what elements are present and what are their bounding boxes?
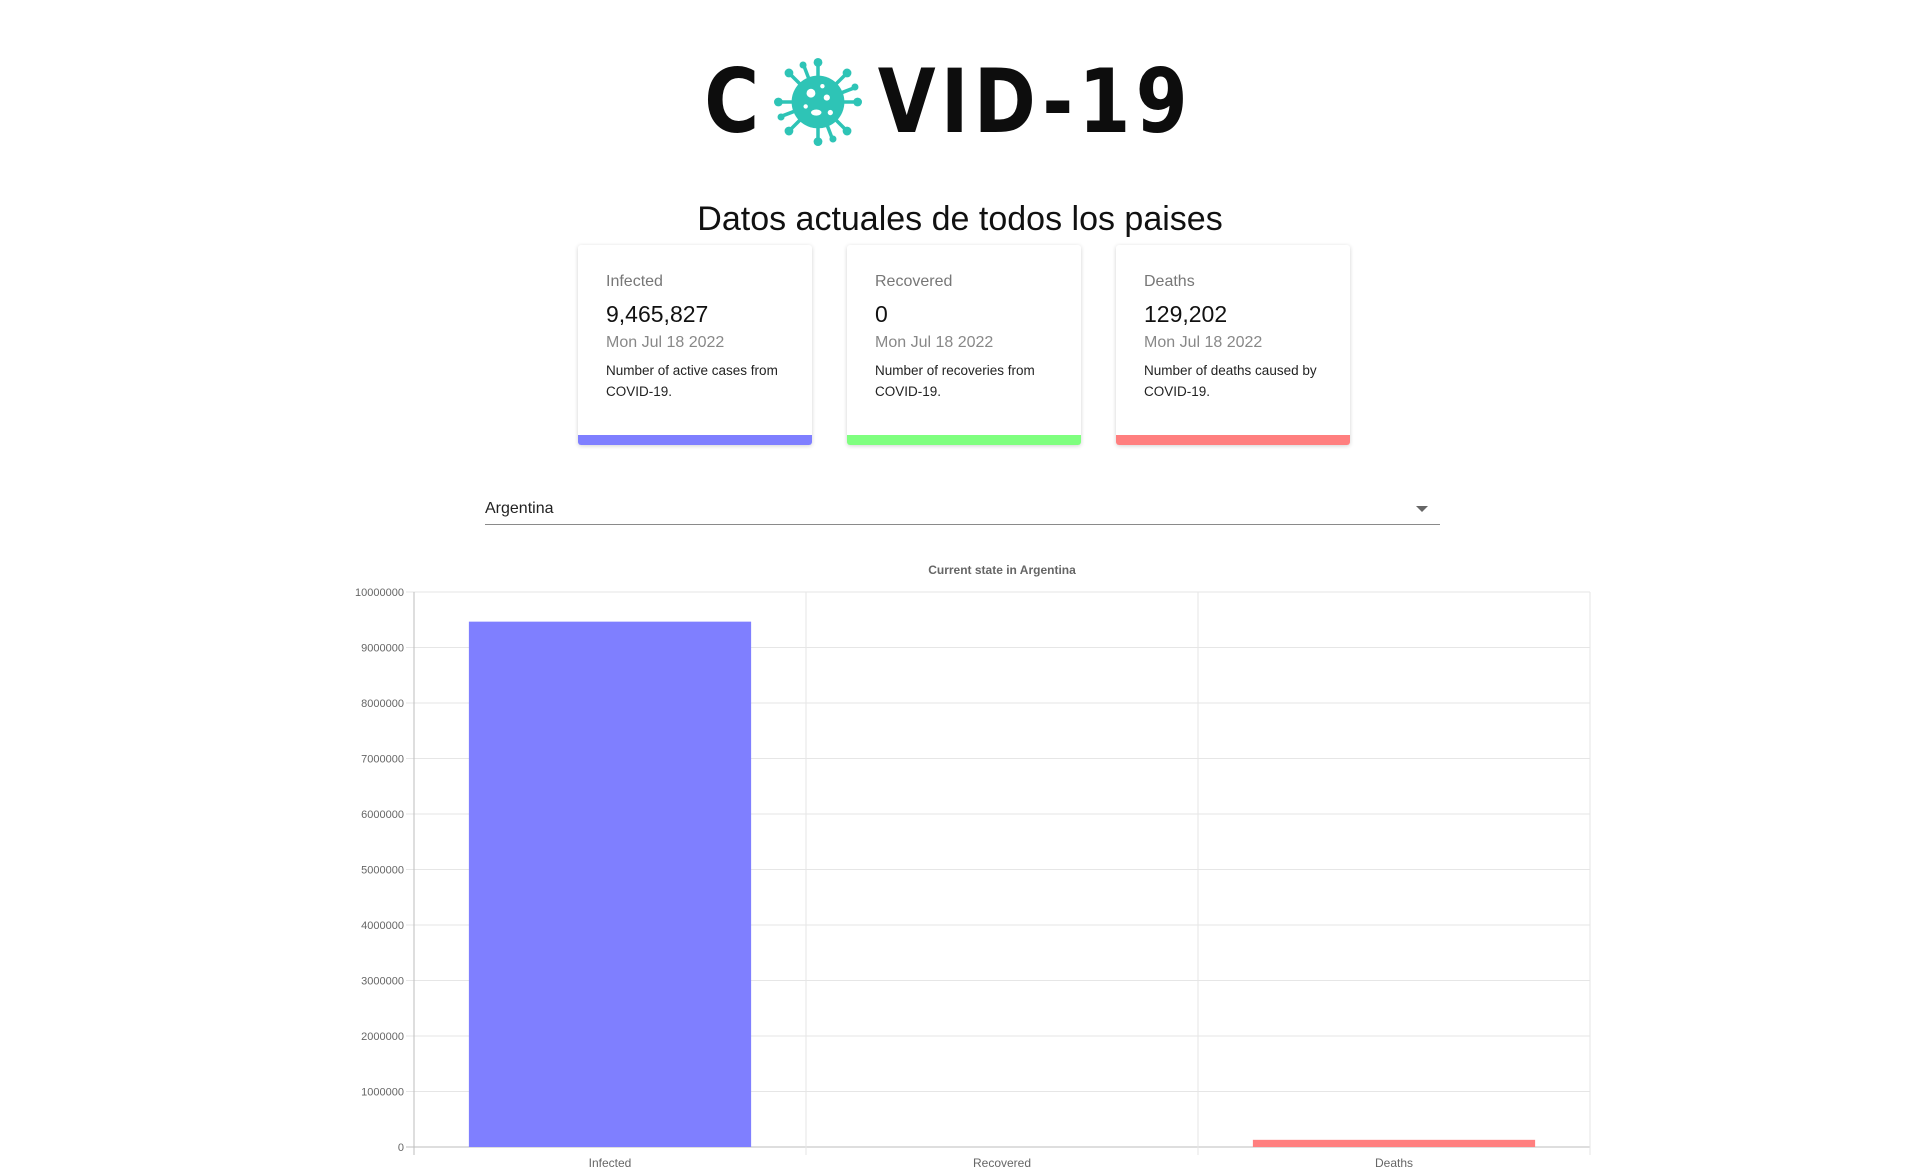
x-tick-label: Recovered xyxy=(973,1156,1031,1170)
y-tick-label: 8000000 xyxy=(361,698,404,710)
y-tick-label: 7000000 xyxy=(361,754,404,766)
x-tick-label: Infected xyxy=(589,1156,632,1170)
bar-chart-svg: Current state in Argentina 0 1000000 200000… xyxy=(355,563,1591,1170)
y-tick-label: 5000000 xyxy=(361,865,404,877)
y-tick-label: 10000000 xyxy=(355,587,404,599)
card-color-bar xyxy=(847,435,1081,445)
card-description: Number of active cases from COVID-19. xyxy=(606,363,778,399)
card-recovered: Recovered 0 Mon Jul 18 2022 Number of re… xyxy=(847,245,1081,445)
card-label: Recovered xyxy=(875,273,953,290)
y-tick-label: 0 xyxy=(398,1142,404,1154)
y-tick-label: 3000000 xyxy=(361,976,404,988)
card-date: Mon Jul 18 2022 xyxy=(875,334,994,351)
bar-chart: Current state in Argentina 0 1000000 200000… xyxy=(330,560,1600,1173)
card-value: 9,465,827 xyxy=(606,301,709,327)
card-date: Mon Jul 18 2022 xyxy=(1144,334,1263,351)
card-color-bar xyxy=(578,435,812,445)
card-infected: Infected 9,465,827 Mon Jul 18 2022 Numbe… xyxy=(578,245,812,445)
card-value: 0 xyxy=(875,301,888,327)
x-tick-label: Deaths xyxy=(1375,1156,1413,1170)
y-tick-label: 1000000 xyxy=(361,1087,404,1099)
logo: C VID-19 xyxy=(0,52,1920,152)
page-title: Datos actuales de todos los paises xyxy=(697,200,1223,238)
card-description: Number of recoveries from COVID-19. xyxy=(875,363,1035,399)
app-root: C VID-19 Datos actuales de todos los pai… xyxy=(0,0,1920,1173)
logo-inner: C VID-19 xyxy=(699,58,1220,146)
bar-deaths xyxy=(1252,1139,1536,1147)
card-label: Infected xyxy=(606,273,663,290)
summary-cards: Infected 9,465,827 Mon Jul 18 2022 Numbe… xyxy=(578,245,1350,445)
card-deaths: Deaths 129,202 Mon Jul 18 2022 Number of… xyxy=(1116,245,1350,445)
caret-down-icon[interactable] xyxy=(1416,505,1428,512)
y-tick-label: 9000000 xyxy=(361,643,404,655)
virus-icon xyxy=(774,58,863,146)
y-tick-label: 4000000 xyxy=(361,920,404,932)
card-value: 129,202 xyxy=(1144,301,1228,327)
card-label: Deaths xyxy=(1144,273,1195,290)
logo-text-end: VID-19 xyxy=(877,50,1193,153)
logo-text-start: C xyxy=(704,50,765,153)
y-tick-label: 2000000 xyxy=(361,1031,404,1043)
country-select-value: Argentina xyxy=(485,499,554,517)
bar-infected xyxy=(468,621,752,1147)
card-description: Number of deaths caused by COVID-19. xyxy=(1144,363,1317,399)
chart-title: Current state in Argentina xyxy=(928,563,1076,577)
card-color-bar xyxy=(1116,435,1350,445)
y-tick-label: 6000000 xyxy=(361,809,404,821)
card-date: Mon Jul 18 2022 xyxy=(606,334,725,351)
country-select[interactable]: Argentina xyxy=(485,493,1440,525)
